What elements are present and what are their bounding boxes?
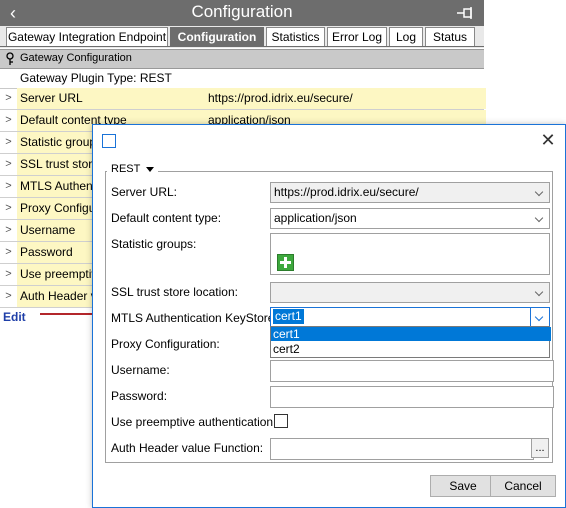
content-type-value: application/json <box>274 211 357 225</box>
statistic-groups-label: Statistic groups: <box>111 237 197 251</box>
edit-link[interactable]: Edit <box>3 310 26 324</box>
preemptive-auth-label: Use preemptive authentication: <box>111 415 277 429</box>
cancel-button[interactable]: Cancel <box>490 475 556 497</box>
ssl-store-label: SSL trust store location: <box>111 285 238 299</box>
tab-error-log[interactable]: Error Log <box>327 27 387 46</box>
preemptive-auth-checkbox[interactable] <box>274 414 288 428</box>
expand-icon[interactable]: > <box>0 88 18 109</box>
expand-icon[interactable]: > <box>0 132 18 153</box>
close-icon[interactable]: ✕ <box>537 129 559 151</box>
server-url-value: https://prod.idrix.eu/secure/ <box>274 185 419 199</box>
dropdown-option[interactable]: cert1 <box>271 327 551 341</box>
expand-icon[interactable]: > <box>0 176 18 197</box>
save-button[interactable]: Save <box>430 475 496 497</box>
property-row[interactable]: > Server URL https://prod.idrix.eu/secur… <box>0 88 486 110</box>
server-url-select[interactable]: https://prod.idrix.eu/secure/ <box>270 182 550 203</box>
property-value: https://prod.idrix.eu/secure/ <box>206 88 486 109</box>
browse-button[interactable]: ... <box>531 438 549 458</box>
mtls-keystore-select[interactable]: cert1 <box>270 307 550 328</box>
expand-icon[interactable]: > <box>0 198 18 219</box>
pin-icon[interactable] <box>456 6 476 20</box>
server-url-label: Server URL: <box>111 185 178 199</box>
key-icon <box>6 52 14 65</box>
chevron-down-icon[interactable] <box>531 283 549 302</box>
auth-header-label: Auth Header value Function: <box>111 441 264 455</box>
rest-group-label: REST <box>111 163 141 175</box>
dropdown-option[interactable]: cert2 <box>271 342 551 356</box>
chevron-down-icon[interactable] <box>531 183 549 202</box>
password-field[interactable] <box>270 386 554 408</box>
title-bar: ‹ Configuration <box>0 0 484 26</box>
tab-status[interactable]: Status <box>425 27 475 46</box>
username-field[interactable] <box>270 360 554 382</box>
expand-icon[interactable]: > <box>0 154 18 175</box>
statistic-groups-list <box>270 233 550 275</box>
username-label: Username: <box>111 363 170 377</box>
window-icon <box>102 134 116 148</box>
section-title: Gateway Configuration <box>20 52 132 64</box>
tab-bar: Gateway Integration Endpoint Configurati… <box>0 26 484 48</box>
mtls-keystore-label: MTLS Authentication KeyStore: <box>111 311 278 325</box>
rest-config-dialog: ✕ REST Server URL: https://prod.idrix.eu… <box>92 124 566 508</box>
chevron-down-icon <box>146 166 155 172</box>
add-icon[interactable] <box>277 254 294 271</box>
chevron-down-icon[interactable] <box>531 209 549 228</box>
tab-configuration[interactable]: Configuration <box>170 27 264 46</box>
section-header[interactable]: Gateway Configuration <box>0 49 484 69</box>
tab-log[interactable]: Log <box>389 27 423 46</box>
expand-icon[interactable]: > <box>0 264 18 285</box>
auth-header-field[interactable] <box>270 438 534 460</box>
content-type-select[interactable]: application/json <box>270 208 550 229</box>
expand-icon[interactable]: > <box>0 286 18 307</box>
property-name: Server URL <box>17 88 209 109</box>
ssl-store-select[interactable] <box>270 282 550 303</box>
tab-divider <box>0 46 484 47</box>
expand-icon[interactable]: > <box>0 242 18 263</box>
password-label: Password: <box>111 389 168 403</box>
expand-icon[interactable]: > <box>0 110 18 131</box>
mtls-keystore-options: cert1 cert2 <box>270 326 551 358</box>
expand-icon[interactable]: > <box>0 220 18 241</box>
rest-group-toggle[interactable]: REST <box>107 163 159 175</box>
mtls-keystore-value: cert1 <box>273 309 304 324</box>
plugin-type-row: Gateway Plugin Type: REST <box>0 67 484 89</box>
chevron-down-icon[interactable] <box>530 308 549 327</box>
page-title: Configuration <box>191 2 293 21</box>
plugin-type-label: Gateway Plugin Type: REST <box>20 71 172 85</box>
content-type-label: Default content type: <box>111 211 222 225</box>
proxy-config-label: Proxy Configuration: <box>111 337 220 351</box>
tab-gateway-integration-endpoint[interactable]: Gateway Integration Endpoint <box>6 27 168 46</box>
tab-statistics[interactable]: Statistics <box>266 27 325 46</box>
